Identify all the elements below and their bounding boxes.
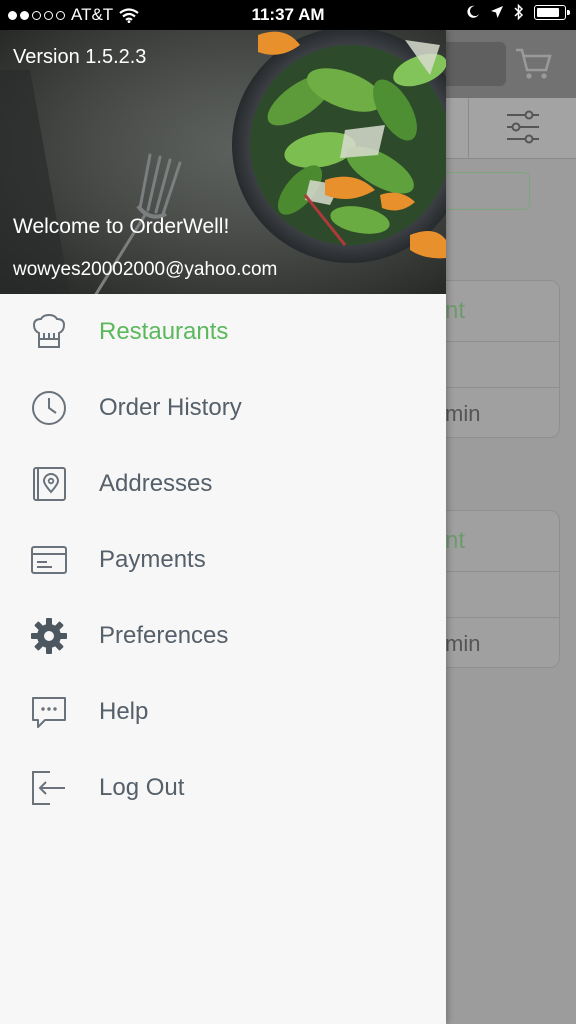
menu-item-label: Payments — [99, 546, 206, 573]
bluetooth-icon — [514, 4, 524, 20]
credit-card-icon — [30, 541, 68, 579]
background-card-category: nt — [445, 527, 466, 554]
cart-icon — [516, 48, 552, 79]
chef-hat-icon — [30, 313, 68, 351]
background-filter-pill — [440, 172, 530, 210]
status-bar: AT&T 11:37 AM — [0, 0, 576, 30]
background-card-time: min — [445, 401, 481, 426]
menu-item-label: Log Out — [99, 774, 185, 801]
menu-item-label: Help — [99, 698, 149, 725]
logout-icon — [30, 769, 68, 807]
location-arrow-icon — [491, 6, 503, 18]
user-email: wowyes20002000@yahoo.com — [13, 259, 278, 280]
app-version: Version 1.5.2.3 — [13, 46, 147, 68]
filter-sliders-icon — [507, 110, 539, 144]
navigation-drawer: Version 1.5.2.3 Welcome to OrderWell! wo… — [0, 30, 446, 1024]
background-card-time: min — [445, 631, 481, 656]
battery-icon — [534, 4, 570, 20]
chat-bubble-icon — [30, 693, 68, 731]
menu-item-log-out[interactable]: Log Out — [0, 750, 446, 826]
menu-item-label: Restaurants — [99, 318, 229, 345]
background-card-category: nt — [445, 297, 466, 324]
drawer-menu: Restaurants Order History Addresses Paym… — [0, 294, 446, 826]
welcome-message: Welcome to OrderWell! — [13, 215, 230, 238]
background-search-field — [440, 42, 506, 86]
menu-item-restaurants[interactable]: Restaurants — [0, 294, 446, 370]
menu-item-label: Addresses — [99, 470, 213, 497]
menu-item-label: Order History — [99, 394, 242, 421]
menu-item-payments[interactable]: Payments — [0, 522, 446, 598]
address-book-icon — [30, 465, 68, 503]
menu-item-label: Preferences — [99, 622, 229, 649]
menu-item-addresses[interactable]: Addresses — [0, 446, 446, 522]
moon-icon — [467, 5, 479, 18]
menu-item-preferences[interactable]: Preferences — [0, 598, 446, 674]
gear-icon — [30, 617, 68, 655]
salad-bowl-image — [0, 30, 446, 294]
menu-item-order-history[interactable]: Order History — [0, 370, 446, 446]
menu-item-help[interactable]: Help — [0, 674, 446, 750]
clock-icon — [30, 389, 68, 427]
drawer-header: Version 1.5.2.3 Welcome to OrderWell! wo… — [0, 30, 446, 294]
